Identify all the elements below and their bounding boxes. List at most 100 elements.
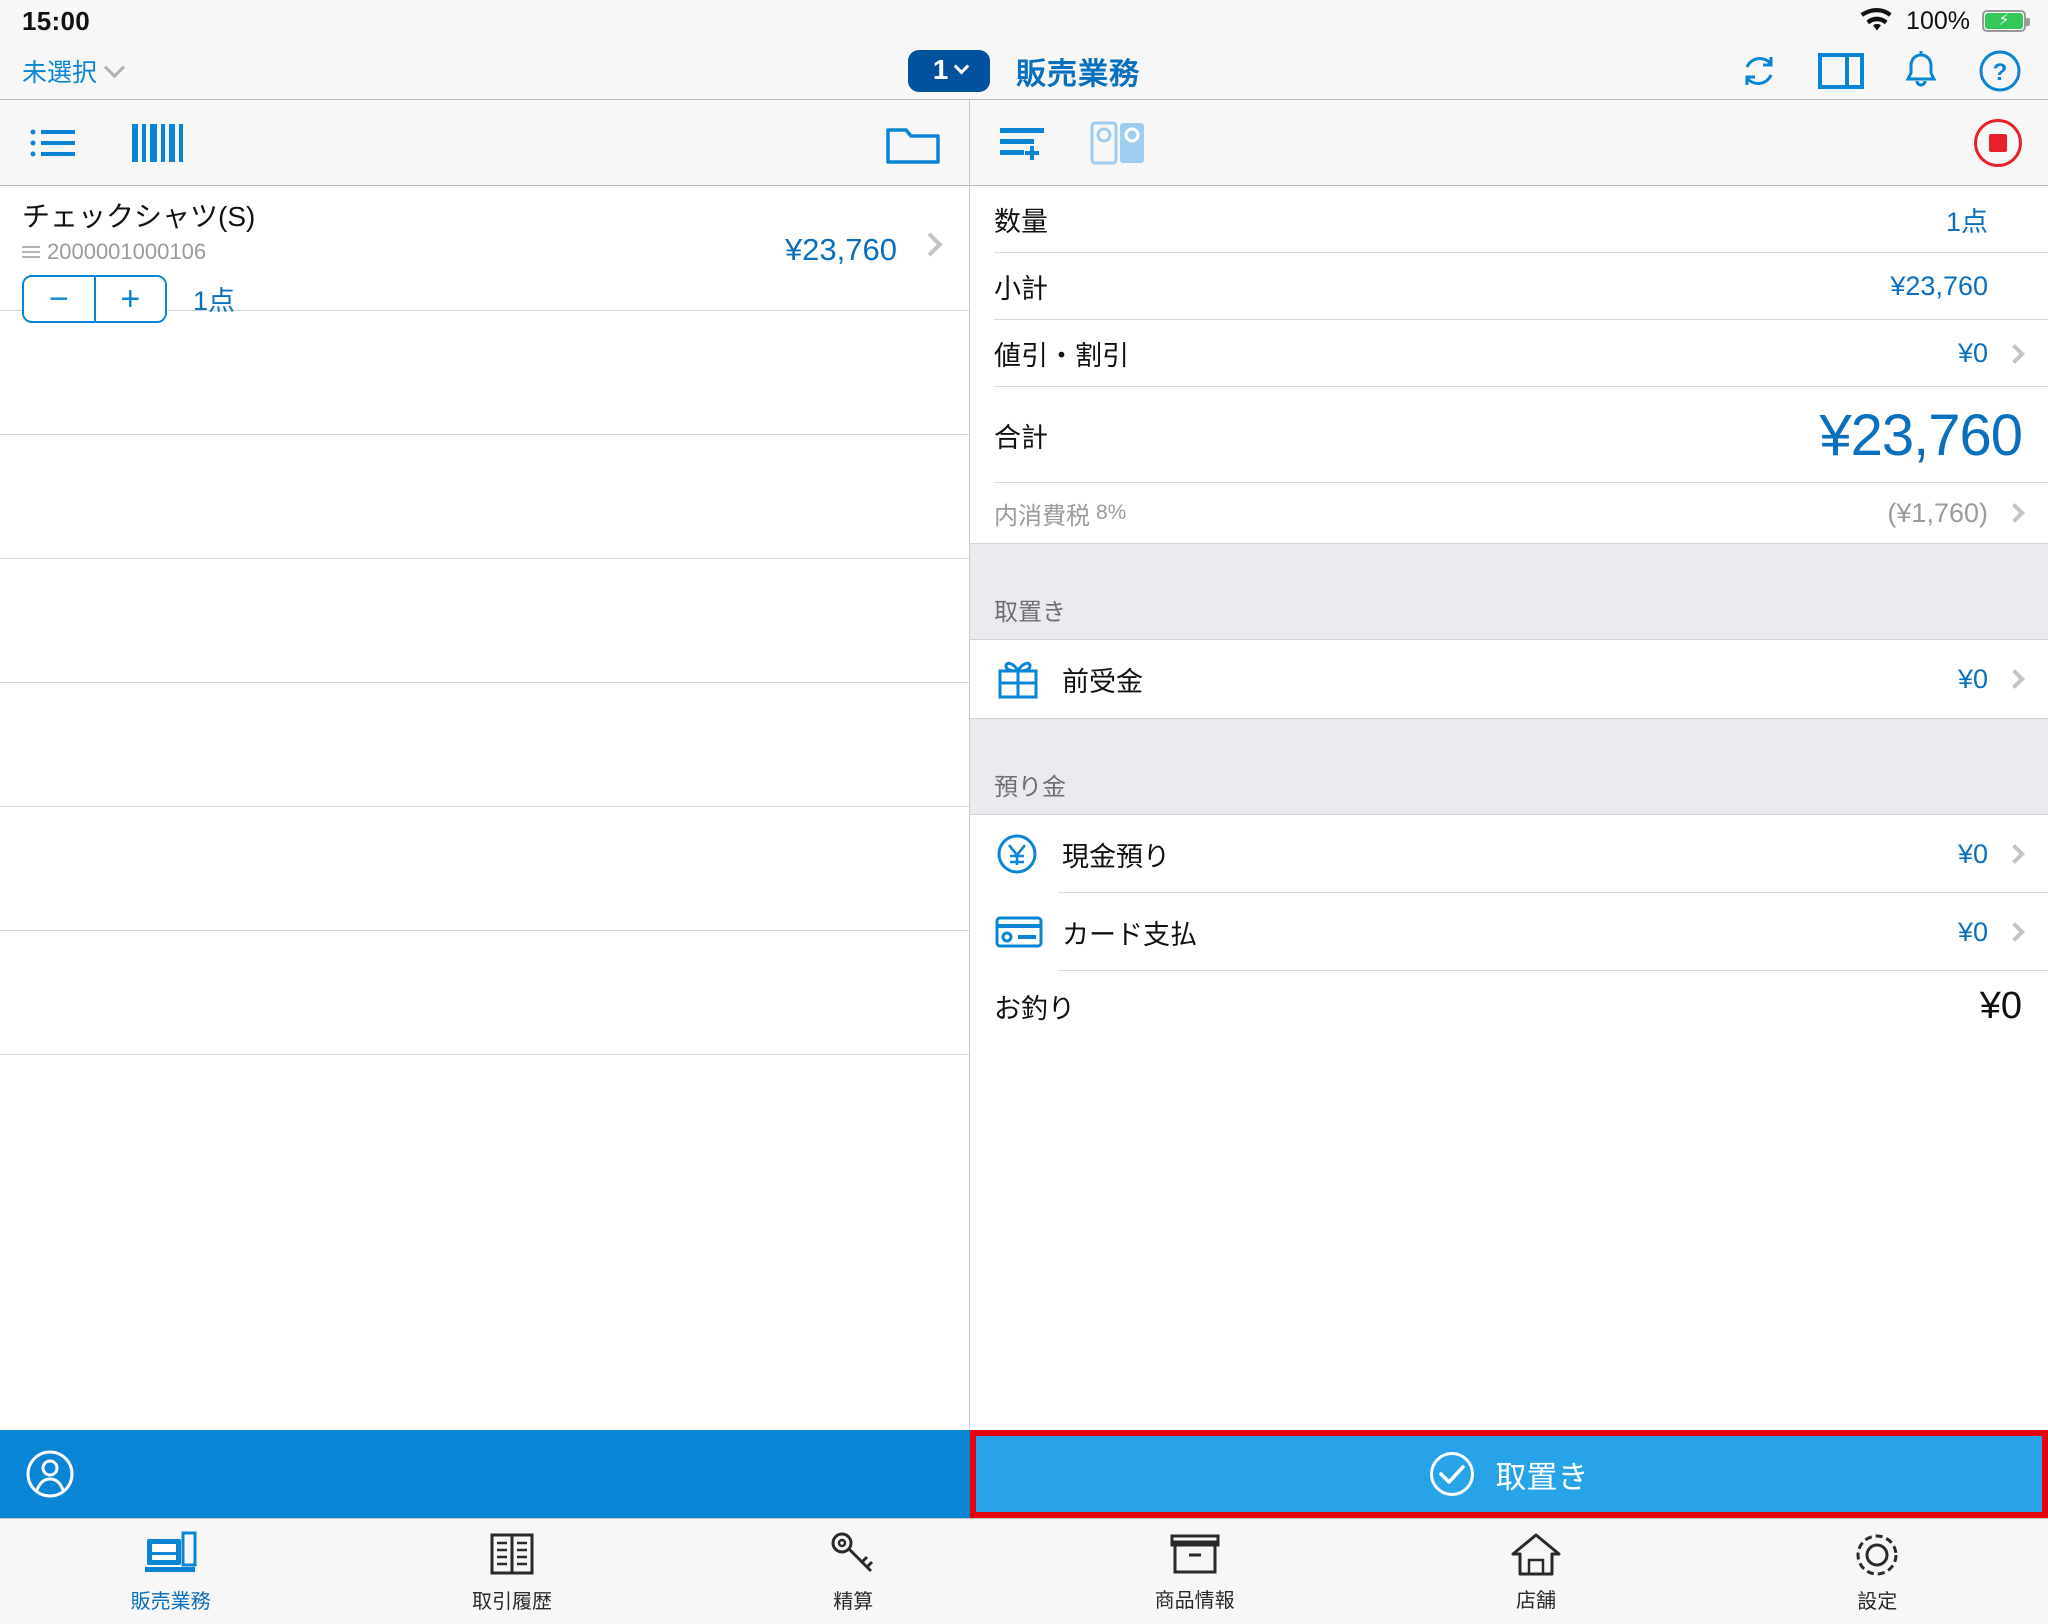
- status-bar-right: 100% ⚡: [1860, 6, 2030, 36]
- tax-label: 内消費税: [994, 502, 1090, 530]
- summary-row-quantity: 数量 1点: [970, 186, 2048, 253]
- change-label: お釣り: [994, 993, 1075, 1024]
- change-row: お釣り ¥0: [970, 971, 2048, 1041]
- change-value: ¥0: [1979, 984, 2022, 1027]
- refresh-icon[interactable]: [1738, 50, 1780, 92]
- tab-label: 取引履歴: [471, 1591, 552, 1613]
- credit-card-icon: [994, 912, 1050, 952]
- cart-item-row[interactable]: チェックシャツ(S) 2000001000106 − + 1点 ¥23,760: [0, 186, 969, 323]
- battery-charging-icon: ⚡: [1982, 10, 2030, 32]
- summary-value: ¥0: [1957, 338, 1988, 368]
- check-circle-icon: [1429, 1452, 1474, 1496]
- tab-label: 商品情報: [1154, 1590, 1235, 1612]
- tab-label: 販売業務: [130, 1591, 211, 1613]
- summary-value: ¥23,760: [1890, 271, 1988, 301]
- tab-bar: 販売業務 取引履歴 精算 商品情報 店舗 設定: [0, 1518, 2048, 1624]
- summary-toolbar: [970, 100, 2048, 186]
- chevron-right-icon: [2005, 844, 2025, 864]
- payment-label: 前受金: [1062, 666, 1143, 697]
- cart-list: チェックシャツ(S) 2000001000106 − + 1点 ¥23,760: [0, 186, 969, 1430]
- cart-empty-row: [0, 559, 969, 683]
- tab-sales[interactable]: 販売業務: [0, 1519, 341, 1624]
- gift-icon: [994, 655, 1050, 703]
- cart-toolbar: [0, 100, 969, 186]
- chevron-right-icon: [2005, 922, 2025, 942]
- summary-row-discount[interactable]: 値引・割引 ¥0: [970, 320, 2048, 387]
- summary-list: 数量 1点 小計 ¥23,760 値引・割引 ¥0 合計 ¥23,760 内消費…: [970, 186, 2048, 1430]
- summary-label: 値引・割引: [994, 341, 1129, 371]
- payment-value: ¥0: [1957, 663, 1988, 694]
- main-content: チェックシャツ(S) 2000001000106 − + 1点 ¥23,760: [0, 100, 2048, 1430]
- folder-icon[interactable]: [885, 120, 941, 166]
- cart-empty-row: [0, 683, 969, 807]
- tab-history[interactable]: 取引履歴: [341, 1519, 682, 1624]
- payment-label: カード支払: [1062, 919, 1197, 950]
- summary-label: 小計: [994, 274, 1048, 304]
- deposit-section-header: 預り金: [970, 718, 2048, 815]
- chevron-right-icon: [2005, 343, 2025, 364]
- add-list-icon[interactable]: [996, 122, 1048, 164]
- summary-row-tax[interactable]: 内消費税 8% (¥1,760): [970, 483, 2048, 543]
- tab-settings[interactable]: 設定: [1707, 1519, 2048, 1624]
- cart-empty-row: [0, 931, 969, 1055]
- summary-row-subtotal: 小計 ¥23,760: [970, 253, 2048, 320]
- layaway-section-header: 取置き: [970, 543, 2048, 640]
- bell-icon[interactable]: [1902, 50, 1940, 92]
- layaway-section-label: 取置き: [994, 599, 1066, 626]
- layaway-confirm-label: 取置き: [1495, 1459, 1589, 1495]
- tab-store[interactable]: 店舗: [1365, 1519, 1706, 1624]
- store-selector-label: 未選択: [22, 58, 98, 87]
- chevron-down-icon: [954, 58, 970, 75]
- tab-settlement[interactable]: 精算: [683, 1519, 1024, 1624]
- summary-label: 数量: [994, 207, 1048, 237]
- tab-product-info[interactable]: 商品情報: [1024, 1519, 1365, 1624]
- cart-item-code: 2000001000106: [47, 238, 207, 264]
- payment-label: 現金預り: [1062, 841, 1170, 872]
- payment-row-card[interactable]: カード支払 ¥0: [970, 893, 2048, 971]
- customer-button[interactable]: [0, 1430, 970, 1518]
- layaway-confirm-button[interactable]: 取置き: [970, 1430, 2048, 1518]
- cart-empty-row: [0, 807, 969, 931]
- stop-icon[interactable]: [1974, 118, 2022, 167]
- pos-app-screen: 15:00 100% ⚡ 未選択 1 販売業務 ? チェックシャツ(S) 200…: [0, 0, 2048, 1624]
- yen-circle-icon: [994, 831, 1050, 877]
- payment-row-cash[interactable]: 現金預り ¥0: [970, 815, 2048, 893]
- chevron-right-icon: [2005, 503, 2025, 523]
- cart-panel: チェックシャツ(S) 2000001000106 − + 1点 ¥23,760: [0, 100, 970, 1430]
- list-icon[interactable]: [28, 123, 78, 163]
- navbar-actions: ?: [1738, 49, 2048, 93]
- battery-percent: 100%: [1906, 6, 1970, 35]
- summary-panel: 数量 1点 小計 ¥23,760 値引・割引 ¥0 合計 ¥23,760 内消費…: [970, 100, 2048, 1430]
- status-bar: 15:00 100% ⚡: [0, 0, 2048, 42]
- help-icon[interactable]: ?: [1978, 49, 2022, 93]
- svg-text:?: ?: [1993, 59, 2008, 86]
- payment-value: ¥0: [1957, 916, 1988, 947]
- status-time: 15:00: [22, 5, 90, 36]
- wifi-icon: [1860, 8, 1894, 34]
- summary-row-total: 合計 ¥23,760: [970, 387, 2048, 483]
- chevron-right-icon: [2005, 669, 2025, 689]
- register-number-badge[interactable]: 1: [908, 49, 990, 92]
- deposit-section-label: 預り金: [994, 774, 1066, 801]
- chevron-down-icon: [103, 57, 126, 79]
- page-title: 販売業務: [1016, 57, 1140, 91]
- receipt-toggle-icon[interactable]: [1090, 120, 1148, 166]
- cart-item-price: ¥23,760: [784, 232, 897, 267]
- cart-empty-row: [0, 311, 969, 435]
- total-value: ¥23,760: [1819, 402, 2023, 468]
- cart-item-name: チェックシャツ(S): [22, 201, 256, 232]
- action-bar: 取置き: [0, 1430, 2048, 1518]
- tab-label: 設定: [1857, 1591, 1898, 1613]
- tab-label: 精算: [833, 1591, 874, 1613]
- barcode-small-icon: [22, 243, 40, 261]
- split-view-icon[interactable]: [1818, 51, 1864, 91]
- payment-row-advance[interactable]: 前受金 ¥0: [970, 640, 2048, 718]
- cart-empty-row: [0, 435, 969, 559]
- barcode-icon[interactable]: [130, 121, 184, 165]
- store-selector[interactable]: 未選択: [0, 53, 126, 89]
- tab-label: 店舗: [1515, 1590, 1556, 1612]
- tax-value: (¥1,760): [1887, 497, 1988, 528]
- total-label: 合計: [994, 422, 1048, 453]
- customer-icon: [24, 1448, 76, 1500]
- summary-value: 1点: [1945, 207, 1988, 237]
